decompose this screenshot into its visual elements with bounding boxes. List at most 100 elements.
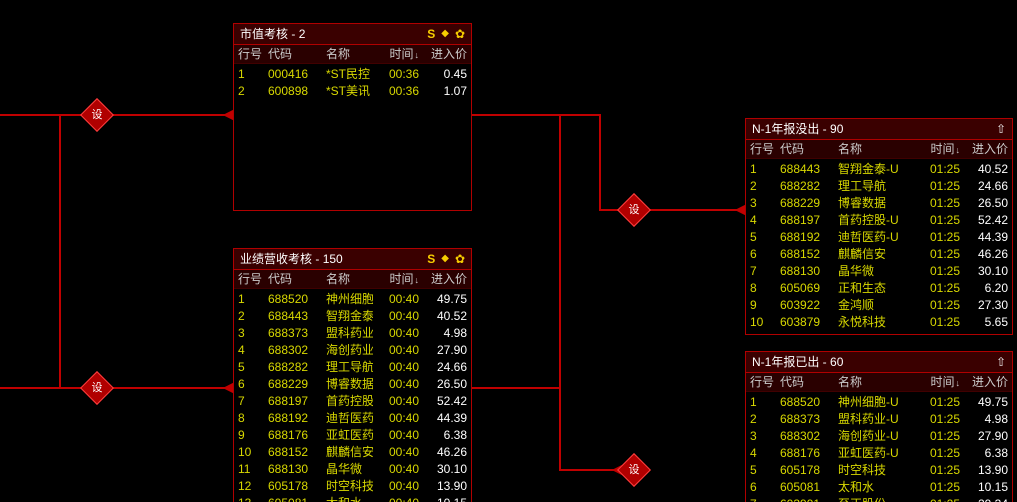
- diamond-icon[interactable]: ◆: [441, 249, 449, 269]
- cell-code: 688282: [268, 359, 326, 376]
- panel-titlebar[interactable]: 业绩营收考核 - 150 S ◆ ✿: [234, 249, 471, 270]
- col-price[interactable]: 进入价: [960, 140, 1008, 158]
- gear-icon[interactable]: ✿: [455, 249, 465, 269]
- table-row[interactable]: 7688197首药控股-U00:4052.42: [238, 393, 467, 410]
- col-name[interactable]: 名称: [838, 373, 914, 391]
- table-row[interactable]: 3688373盟科药业-U00:404.98: [238, 325, 467, 342]
- cell-code: 688130: [268, 461, 326, 478]
- gear-icon[interactable]: ✿: [455, 24, 465, 44]
- table-header: 行号 代码 名称 时间↓ 进入价: [746, 140, 1012, 159]
- flow-node[interactable]: 设: [617, 193, 651, 227]
- table-row[interactable]: 1688520神州细胞-U01:2549.75: [750, 394, 1008, 411]
- cell-price: 40.52: [419, 308, 467, 325]
- table-row[interactable]: 6605081太和水01:2510.15: [750, 479, 1008, 496]
- table-row[interactable]: 7603991至正股份01:2529.34: [750, 496, 1008, 502]
- cell-time: 00:40: [373, 359, 419, 376]
- panel-titlebar[interactable]: 市值考核 - 2 S ◆ ✿: [234, 24, 471, 45]
- cell-price: 6.20: [960, 280, 1008, 297]
- panel-titlebar[interactable]: N-1年报没出 - 90 ⇧: [746, 119, 1012, 140]
- cell-code: 603991: [780, 496, 838, 502]
- table-header: 行号 代码 名称 时间↓ 进入价: [234, 45, 471, 64]
- table-row[interactable]: 7688130晶华微01:2530.10: [750, 263, 1008, 280]
- table-row[interactable]: 2600898*ST美讯00:361.07: [238, 83, 467, 100]
- col-code[interactable]: 代码: [780, 373, 838, 391]
- cell-time: 00:40: [373, 495, 419, 502]
- table-row[interactable]: 1688443智翔金泰-U01:2540.52: [750, 161, 1008, 178]
- cell-price: 46.26: [960, 246, 1008, 263]
- cell-code: 688192: [268, 410, 326, 427]
- panel-title: 市值考核 - 2: [240, 24, 427, 44]
- table-row[interactable]: 9603922金鸿顺01:2527.30: [750, 297, 1008, 314]
- col-time[interactable]: 时间↓: [373, 270, 419, 288]
- cell-name: 晶华微: [326, 461, 373, 478]
- arrow-up-icon[interactable]: ⇧: [996, 352, 1006, 372]
- cell-idx: 10: [238, 444, 268, 461]
- col-code[interactable]: 代码: [268, 45, 326, 63]
- cell-code: 688302: [780, 428, 838, 445]
- table-row[interactable]: 8688192迪哲医药-U00:4044.39: [238, 410, 467, 427]
- col-price[interactable]: 进入价: [419, 270, 467, 288]
- panel-titlebar[interactable]: N-1年报已出 - 60 ⇧: [746, 352, 1012, 373]
- flow-node[interactable]: 设: [80, 371, 114, 405]
- arrow-up-icon[interactable]: ⇧: [996, 119, 1006, 139]
- flow-node[interactable]: 设: [617, 453, 651, 487]
- cell-code: 688197: [268, 393, 326, 410]
- col-code[interactable]: 代码: [268, 270, 326, 288]
- table-row[interactable]: 1688520神州细胞-U00:4049.75: [238, 291, 467, 308]
- table-row[interactable]: 1000416*ST民控00:360.45: [238, 66, 467, 83]
- cell-price: 4.98: [419, 325, 467, 342]
- cell-name: 首药控股-U: [326, 393, 373, 410]
- table-row[interactable]: 6688229博睿数据00:4026.50: [238, 376, 467, 393]
- col-idx[interactable]: 行号: [750, 140, 780, 158]
- cell-idx: 2: [238, 83, 268, 100]
- table-row[interactable]: 13605081太和水00:4010.15: [238, 495, 467, 502]
- col-code[interactable]: 代码: [780, 140, 838, 158]
- col-price[interactable]: 进入价: [419, 45, 467, 63]
- col-time[interactable]: 时间↓: [373, 45, 419, 63]
- col-name[interactable]: 名称: [326, 45, 373, 63]
- cell-code: 605178: [268, 478, 326, 495]
- cell-name: 理工导航: [326, 359, 373, 376]
- col-time[interactable]: 时间↓: [914, 140, 960, 158]
- col-idx[interactable]: 行号: [238, 45, 268, 63]
- table-row[interactable]: 9688176亚虹医药-U00:406.38: [238, 427, 467, 444]
- s-icon[interactable]: S: [427, 24, 435, 44]
- table-row[interactable]: 11688130晶华微00:4030.10: [238, 461, 467, 478]
- cell-price: 5.65: [960, 314, 1008, 331]
- table-row[interactable]: 10603879永悦科技01:255.65: [750, 314, 1008, 331]
- table-row[interactable]: 3688229博睿数据01:2526.50: [750, 195, 1008, 212]
- table-row[interactable]: 2688282理工导航01:2524.66: [750, 178, 1008, 195]
- col-time[interactable]: 时间↓: [914, 373, 960, 391]
- cell-idx: 11: [238, 461, 268, 478]
- cell-name: *ST美讯: [326, 83, 373, 100]
- cell-idx: 13: [238, 495, 268, 502]
- s-icon[interactable]: S: [427, 249, 435, 269]
- table-row[interactable]: 4688176亚虹医药-U01:256.38: [750, 445, 1008, 462]
- table-row[interactable]: 3688302海创药业-U01:2527.90: [750, 428, 1008, 445]
- table-row[interactable]: 5688192迪哲医药-U01:2544.39: [750, 229, 1008, 246]
- table-row[interactable]: 5605178时空科技01:2513.90: [750, 462, 1008, 479]
- table-row[interactable]: 2688443智翔金泰-U00:4040.52: [238, 308, 467, 325]
- table-row[interactable]: 12605178时空科技00:4013.90: [238, 478, 467, 495]
- panel-title: N-1年报没出 - 90: [752, 119, 996, 139]
- cell-price: 49.75: [960, 394, 1008, 411]
- col-idx[interactable]: 行号: [750, 373, 780, 391]
- table-row[interactable]: 2688373盟科药业-U01:254.98: [750, 411, 1008, 428]
- cell-price: 6.38: [419, 427, 467, 444]
- table-row[interactable]: 4688197首药控股-U01:2552.42: [750, 212, 1008, 229]
- col-idx[interactable]: 行号: [238, 270, 268, 288]
- flow-node[interactable]: 设: [80, 98, 114, 132]
- table-body: 1688520神州细胞-U01:2549.752688373盟科药业-U01:2…: [746, 392, 1012, 502]
- cell-time: 01:25: [914, 496, 960, 502]
- table-row[interactable]: 4688302海创药业-U00:4027.90: [238, 342, 467, 359]
- cell-time: 01:25: [914, 462, 960, 479]
- table-row[interactable]: 6688152麒麟信安01:2546.26: [750, 246, 1008, 263]
- diamond-icon[interactable]: ◆: [441, 24, 449, 44]
- table-row[interactable]: 10688152麒麟信安00:4046.26: [238, 444, 467, 461]
- table-row[interactable]: 5688282理工导航00:4024.66: [238, 359, 467, 376]
- table-row[interactable]: 8605069正和生态01:256.20: [750, 280, 1008, 297]
- col-price[interactable]: 进入价: [960, 373, 1008, 391]
- col-name[interactable]: 名称: [838, 140, 914, 158]
- cell-code: 688130: [780, 263, 838, 280]
- col-name[interactable]: 名称: [326, 270, 373, 288]
